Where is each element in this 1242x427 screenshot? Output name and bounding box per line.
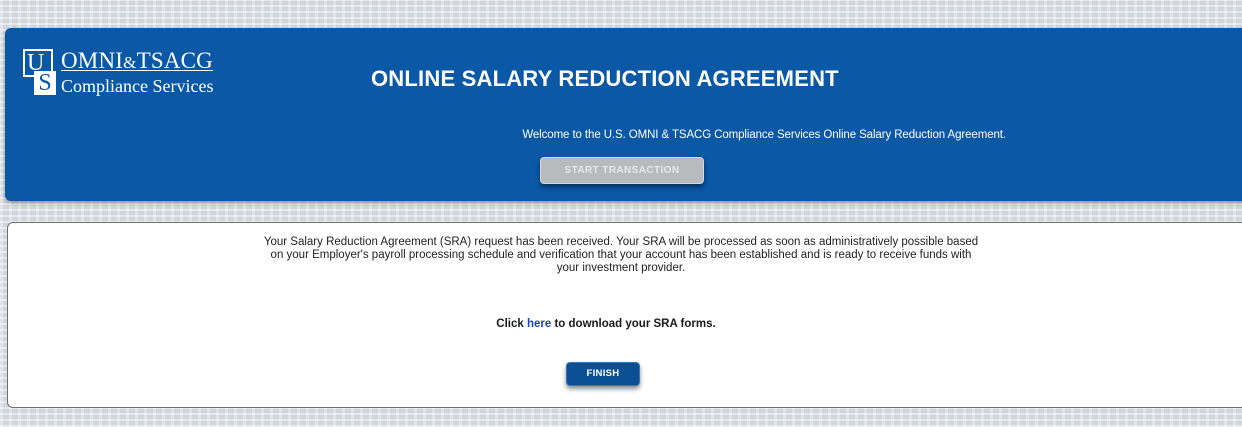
confirmation-line: your investment provider.: [556, 262, 686, 274]
logo: U S OMNI&TSACG Compliance Services: [23, 49, 213, 97]
download-forms-line: Click here to download your SRA forms.: [0, 318, 1212, 330]
logo-omni: OMNI: [61, 48, 124, 73]
logo-tsacg: TSACG: [136, 48, 213, 73]
start-transaction-button[interactable]: START TRANSACTION: [540, 157, 704, 184]
confirmation-line: Your Salary Reduction Agreement (SRA) re…: [263, 236, 979, 248]
finish-button[interactable]: FINISH: [566, 362, 640, 386]
logo-text: OMNI&TSACG Compliance Services: [61, 49, 213, 97]
download-prefix: Click: [496, 318, 527, 330]
confirmation-line: on your Employer's payroll processing sc…: [270, 249, 972, 261]
logo-ampersand: &: [123, 53, 137, 72]
download-suffix: to download your SRA forms.: [551, 318, 716, 330]
logo-mark-s: S: [34, 71, 56, 95]
confirmation-message: Your Salary Reduction Agreement (SRA) re…: [0, 236, 1242, 275]
welcome-message: Welcome to the U.S. OMNI & TSACG Complia…: [522, 129, 1006, 141]
logo-mark: U S: [23, 49, 56, 95]
download-here-link[interactable]: here: [527, 318, 551, 330]
logo-company-name: OMNI&TSACG: [61, 49, 213, 75]
page-title: ONLINE SALARY REDUCTION AGREEMENT: [371, 66, 839, 91]
logo-tagline: Compliance Services: [61, 76, 214, 96]
